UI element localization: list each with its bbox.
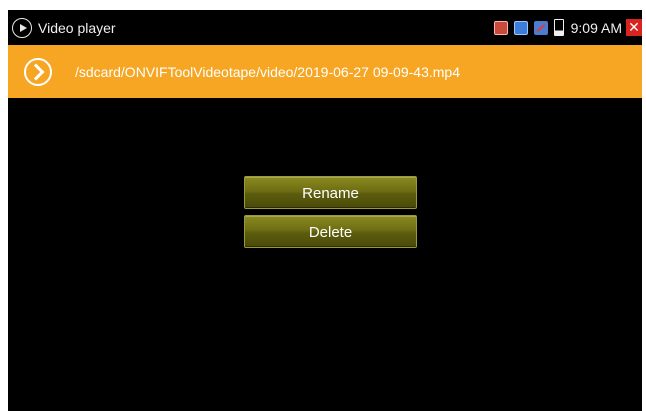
path-bar: /sdcard/ONVIFToolVideotape/video/2019-06… <box>8 45 642 98</box>
rename-button[interactable]: Rename <box>244 176 417 209</box>
close-icon[interactable]: ✕ <box>626 19 642 36</box>
play-circle-icon <box>12 17 32 38</box>
usb-icon <box>533 20 548 35</box>
play-button[interactable] <box>24 57 52 86</box>
chevron-right-icon <box>27 63 45 80</box>
status-icons: 9:09 AM ✕ <box>493 10 642 45</box>
delete-button[interactable]: Delete <box>244 215 417 248</box>
clock: 9:09 AM <box>570 19 622 36</box>
file-path: /sdcard/ONVIFToolVideotape/video/2019-06… <box>75 63 460 80</box>
video-player-screen: Video player 9:09 AM ✕ /sdcard/ONVIFTool… <box>8 10 642 411</box>
record-icon <box>493 20 508 35</box>
status-bar: Video player 9:09 AM ✕ <box>8 10 642 45</box>
battery-icon <box>553 19 564 36</box>
app-title: Video player <box>38 19 116 36</box>
network-icon <box>513 20 528 35</box>
